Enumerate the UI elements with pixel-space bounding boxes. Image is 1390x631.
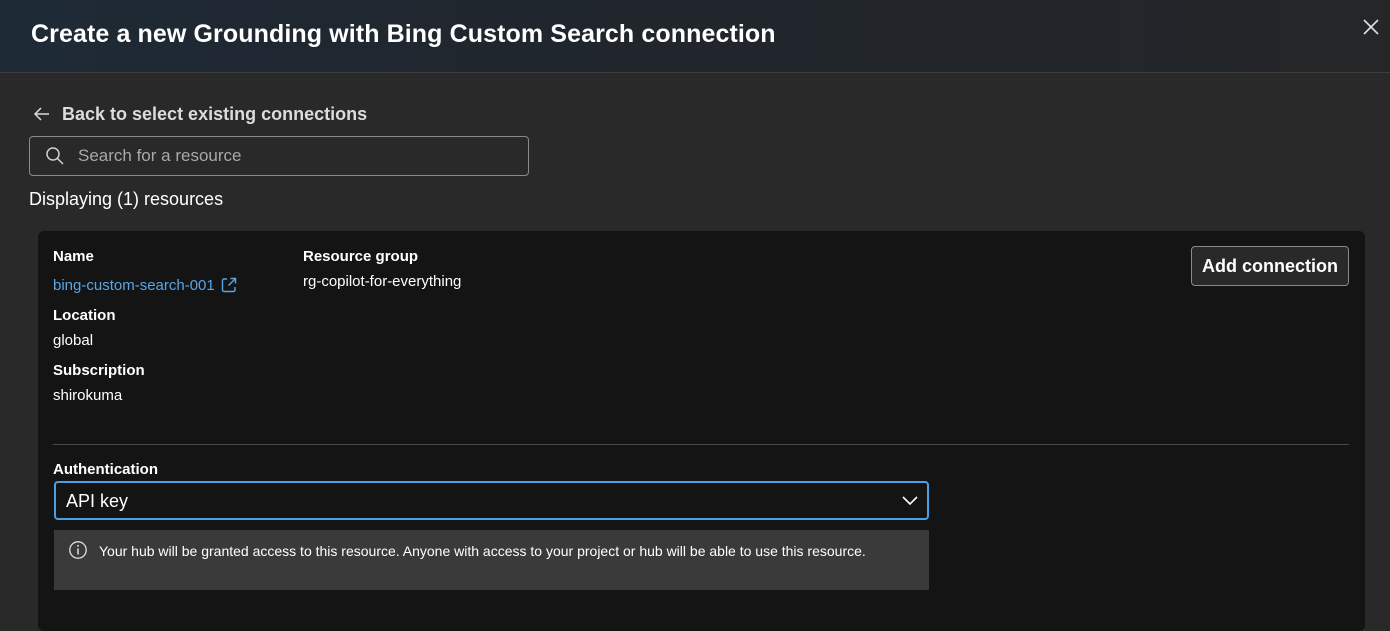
back-to-existing-connections-link[interactable]: Back to select existing connections <box>33 100 367 128</box>
arrow-left-icon <box>33 107 49 121</box>
resource-name-value: bing-custom-search-001 <box>53 276 215 294</box>
subscription-value: shirokuma <box>53 387 123 404</box>
close-button[interactable] <box>1356 12 1386 42</box>
subscription-label: Subscription <box>53 362 145 379</box>
resource-search-box[interactable] <box>29 136 529 176</box>
results-count: Displaying (1) resources <box>29 189 224 209</box>
info-message-text: Your hub will be granted access to this … <box>99 543 866 559</box>
authentication-label: Authentication <box>53 461 158 478</box>
close-icon <box>1363 19 1379 35</box>
resource-group-value: rg-copilot-for-everything <box>303 273 462 290</box>
name-label: Name <box>53 248 94 265</box>
info-message-bar: Your hub will be granted access to this … <box>54 530 929 590</box>
resource-card: Name bing-custom-search-001 Resource gro… <box>38 231 1365 631</box>
add-connection-button[interactable]: Add connection <box>1191 246 1349 286</box>
back-link-label: Back to select existing connections <box>62 103 368 124</box>
info-icon <box>69 541 87 559</box>
external-link-icon <box>221 277 236 293</box>
dialog-header: Create a new Grounding with Bing Custom … <box>0 0 1390 73</box>
location-label: Location <box>53 307 116 324</box>
resource-group-label: Resource group <box>303 248 419 265</box>
resource-name-link[interactable]: bing-custom-search-001 <box>53 276 238 294</box>
authentication-selected-value: API key <box>66 491 129 511</box>
chevron-down-icon <box>902 496 918 506</box>
authentication-dropdown[interactable]: API key <box>54 481 929 520</box>
search-icon <box>46 147 64 165</box>
connection-dialog: Create a new Grounding with Bing Custom … <box>0 0 1390 631</box>
location-value: global <box>53 332 94 349</box>
search-input[interactable] <box>76 137 516 175</box>
divider <box>53 444 1349 445</box>
dialog-title: Create a new Grounding with Bing Custom … <box>31 20 776 48</box>
